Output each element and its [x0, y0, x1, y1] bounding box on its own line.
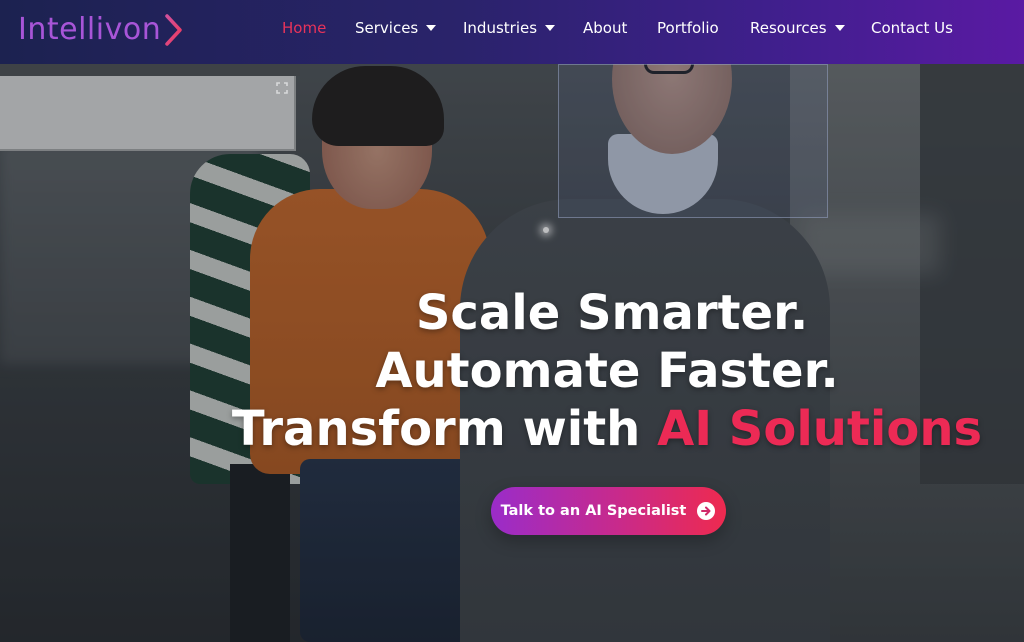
cta-label: Talk to an AI Specialist [500, 503, 687, 519]
headline-line-3-prefix: Transform with [231, 401, 658, 457]
headline-line-3: Transform with AI Solutions [0, 400, 1024, 458]
nav-resources-label: Resources [750, 19, 827, 37]
brand-name: Intellivon [18, 12, 162, 47]
nav-about[interactable]: About [583, 18, 627, 38]
nav-resources[interactable]: Resources [750, 18, 845, 38]
panel-strip [0, 64, 300, 76]
brand-logo[interactable]: Intellivon [18, 10, 185, 50]
headline-line-2: Automate Faster. [375, 343, 839, 399]
nav-home-label: Home [282, 19, 327, 37]
nav-industries[interactable]: Industries [463, 18, 556, 38]
hero-headline: Scale Smarter. Automate Faster. Transfor… [0, 284, 1024, 458]
arrow-right-circle-icon [697, 502, 716, 520]
nav-portfolio-label: Portfolio [657, 19, 719, 37]
nav-portfolio[interactable]: Portfolio [657, 18, 719, 38]
hero-section: Scale Smarter. Automate Faster. Transfor… [0, 64, 1024, 642]
nav-contact-us[interactable]: Contact Us [871, 18, 953, 38]
nav-services[interactable]: Services [355, 18, 437, 38]
chevron-down-icon [834, 25, 845, 31]
nav-about-label: About [583, 19, 628, 37]
logo-chevron-icon [165, 14, 182, 46]
chevron-down-icon [426, 25, 437, 31]
nav-contact-us-label: Contact Us [871, 19, 953, 37]
headline-line-1: Scale Smarter. [415, 285, 809, 341]
video-panel [0, 74, 296, 151]
expand-icon[interactable] [276, 82, 288, 94]
site-header: Intellivon Home Services Industries Abou… [0, 0, 1024, 64]
nav-services-label: Services [355, 19, 419, 37]
talk-to-ai-specialist-button[interactable]: Talk to an AI Specialist [491, 487, 726, 535]
headline-accent: AI Solutions [657, 401, 983, 457]
nav-industries-label: Industries [463, 19, 538, 37]
chevron-down-icon [545, 25, 556, 31]
nav-home[interactable]: Home [282, 18, 326, 38]
